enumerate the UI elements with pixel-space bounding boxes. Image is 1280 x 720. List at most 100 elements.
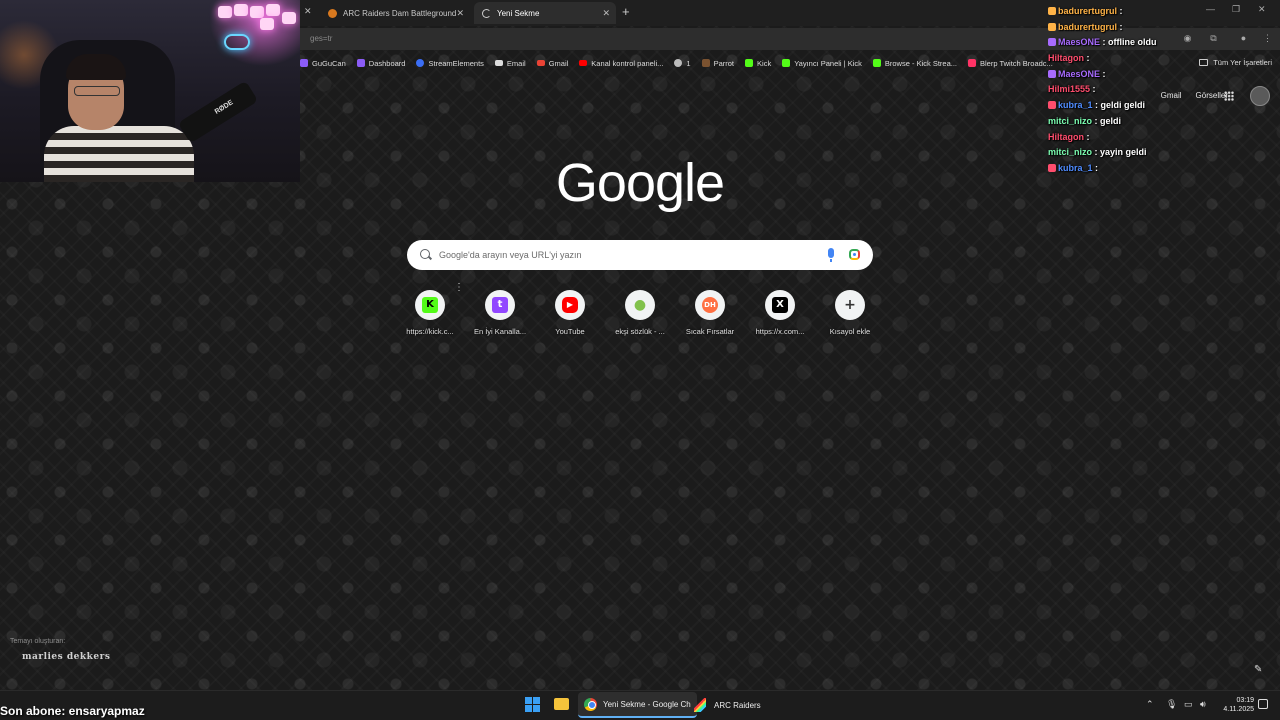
close-tab-icon[interactable]: ✕ (456, 8, 464, 19)
shortcut-tile[interactable]: ● ekşi sözlük - ... (605, 290, 675, 336)
bookmark-label: Parrot (713, 58, 735, 68)
add-shortcut-button[interactable]: + Kısayol ekle (815, 290, 885, 336)
shortcuts-grid: K https://kick.c... t En İyi Kanalla... … (395, 290, 885, 336)
hex-light (266, 4, 280, 16)
tab-label: ARC Raiders Dam Battleground (343, 8, 457, 18)
x-icon: X (772, 297, 788, 313)
network-icon[interactable]: ▭ (1184, 699, 1193, 710)
google-logo: Google (555, 153, 725, 213)
theme-credit-label: Temayı oluşturan: (10, 638, 66, 645)
shortcut-circle: K (415, 290, 445, 320)
bookmark-item[interactable]: Kick (745, 59, 771, 68)
kick-icon (872, 59, 881, 67)
bookmark-label: Gmail (548, 58, 569, 68)
tray-chevron-up-icon[interactable]: ⌃ (1146, 699, 1154, 710)
tab-arc-raiders[interactable]: ARC Raiders Dam Battleground ✕ (320, 2, 470, 24)
bookmark-item[interactable]: GuGuCan (300, 59, 346, 68)
shortcut-tile[interactable]: K https://kick.c... (395, 290, 465, 336)
bookmark-item[interactable]: Parrot (701, 58, 735, 68)
clock-date: 4.11.2025 (1223, 706, 1254, 713)
shortcut-tile[interactable]: DH Sıcak Fırsatlar (675, 290, 745, 336)
bookmark-item[interactable]: Browse - Kick Strea... (872, 58, 957, 68)
close-icon[interactable]: ✕ (304, 6, 312, 17)
taskbar-app-chrome[interactable]: Yeni Sekme - Google Ch (578, 692, 697, 718)
chat-message: MaesONE : (1048, 67, 1280, 83)
user-badge-icon (1048, 38, 1056, 47)
chat-message: badurertugrul : (1048, 4, 1280, 20)
plus-icon: + (844, 297, 856, 313)
bookmark-item[interactable]: Blerp Twitch Broadc... (968, 59, 1053, 68)
chat-username: MaesONE (1058, 68, 1101, 79)
customize-pencil-icon[interactable]: ✎ (1254, 664, 1266, 676)
kick-icon: K (422, 297, 438, 313)
new-tab-plus-icon[interactable]: + (622, 4, 630, 19)
arc-raiders-icon (694, 698, 706, 712)
user-badge-icon (1048, 69, 1056, 78)
bookmark-label: Blerp Twitch Broadc... (980, 58, 1053, 68)
shortcut-circle: X (765, 290, 795, 320)
bookmark-item[interactable]: Yayıncı Paneli | Kick (782, 59, 862, 68)
bookmark-favicon-icon (416, 59, 425, 67)
bookmark-item[interactable]: Gmail (536, 58, 569, 68)
eksi-icon: ● (633, 297, 647, 313)
shortcut-tile[interactable]: t En İyi Kanalla... (465, 290, 535, 336)
user-badge-icon (1048, 22, 1056, 31)
email-icon (494, 60, 503, 66)
notification-icon[interactable] (1258, 699, 1268, 709)
theme-author-link[interactable]: marlies dekkers (22, 652, 110, 662)
bookmark-item[interactable]: Email (494, 58, 526, 68)
chat-message: Hilmi1555 : (1048, 84, 1096, 95)
loading-spinner-icon (482, 8, 491, 18)
youtube-icon (579, 60, 588, 66)
google-lens-icon[interactable] (849, 249, 860, 260)
chat-username: kubra_1 (1058, 100, 1093, 111)
system-clock[interactable]: 03:19 4.11.2025 (1216, 696, 1254, 714)
chrome-icon (584, 697, 597, 711)
shortcut-tile[interactable]: ▶ YouTube (535, 290, 605, 336)
volume-icon[interactable]: 🔊︎ (1200, 699, 1206, 710)
chat-message: mitci_nizo : geldi (1048, 115, 1122, 126)
bookmark-item[interactable]: Dashboard (356, 59, 405, 68)
bookmark-label: GuGuCan (312, 58, 346, 68)
bookmark-label: Yayıncı Paneli | Kick (794, 58, 862, 68)
microphone-tray-icon[interactable]: 🎙︎ (1166, 699, 1177, 710)
windows-start-icon[interactable] (525, 697, 540, 712)
search-input[interactable] (439, 246, 799, 264)
shortcut-label: https://kick.c... (406, 327, 454, 336)
tab-label: Yeni Sekme (497, 8, 540, 18)
bookmark-label: Email (506, 58, 526, 68)
shortcut-tile[interactable]: X https://x.com... (745, 290, 815, 336)
gmail-icon (536, 60, 545, 66)
bookmark-item[interactable]: StreamElements (416, 59, 484, 68)
chat-username: badurertugrul (1058, 21, 1118, 32)
last-subscriber-label: Son abone: ensaryapmaz (0, 704, 145, 718)
shortcut-circle: ● (625, 290, 655, 320)
hex-light (218, 6, 232, 18)
bookmark-item[interactable]: 1 (674, 58, 691, 68)
chat-username: MaesONE (1058, 37, 1101, 48)
taskbar-app-arc-raiders[interactable]: ARC Raiders (688, 692, 767, 718)
chat-message: Hiltagon : (1048, 53, 1090, 64)
hex-light (282, 12, 296, 24)
bookmark-label: Browse - Kick Strea... (884, 58, 957, 68)
shortcut-circle: + (835, 290, 865, 320)
user-badge-icon (1048, 7, 1056, 15)
chat-message: kubra_1 : geldi geldi (1048, 98, 1280, 114)
chat-text: geldi geldi (1100, 100, 1146, 111)
streamer-hair (66, 54, 126, 80)
bookmark-item[interactable]: Kanal kontrol paneli... (579, 59, 663, 68)
file-explorer-icon[interactable] (554, 698, 569, 710)
tab-favicon-icon (328, 8, 337, 18)
twitch-icon: t (492, 297, 508, 313)
gamepad-neon-icon (224, 34, 250, 50)
chat-message: badurertugrul : (1048, 20, 1280, 36)
user-badge-icon (1048, 101, 1056, 110)
shortcut-label: YouTube (555, 327, 585, 336)
voice-search-icon[interactable] (828, 248, 834, 262)
bookmark-label: 1 (686, 58, 691, 68)
shortcut-label: Kısayol ekle (829, 327, 871, 336)
tab-new-tab[interactable]: Yeni Sekme ✕ (474, 2, 616, 24)
url-text[interactable]: ges=tr (310, 34, 332, 43)
search-box[interactable] (407, 240, 873, 270)
close-tab-icon[interactable]: ✕ (602, 8, 610, 19)
